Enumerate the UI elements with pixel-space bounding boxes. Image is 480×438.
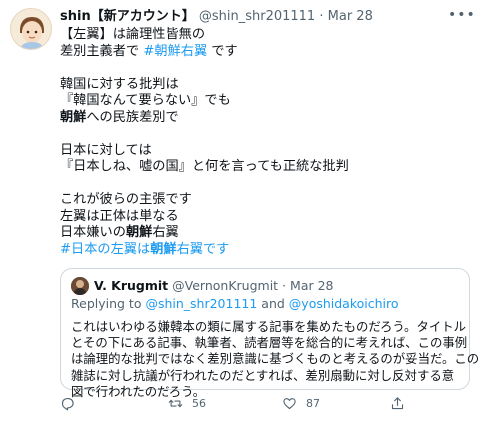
tweet-line: 韓国に対する批判は [60,77,470,94]
mention-link[interactable]: @shin_shr201111 [145,296,257,311]
tweet-text-span: 右翼 [152,225,179,240]
tweet-text-span: 韓国に対する批判は [60,76,179,92]
share-button[interactable] [390,392,414,414]
retweet-icon [168,396,183,411]
retweet-button[interactable]: 56 [168,392,206,414]
tweet-line: これが彼らの主張です [60,192,470,209]
hashtag-link[interactable]: #日本の左翼 [60,242,137,257]
replying-and: and [257,296,289,311]
tweet-line: #日本の左翼は朝鮮右翼です [60,242,470,259]
tweet-line: 『韓国なんて要らない』でも [60,93,470,110]
quoted-text: これはいわゆる嫌韓本の類に属する記事を集めたものだろう。タイトル とその下にある記… [71,319,480,400]
reply-button[interactable] [60,392,84,414]
quoted-author-avatar[interactable] [71,277,89,295]
author-name[interactable]: shin【新アカウント】 [60,9,195,24]
like-button[interactable]: 87 [282,392,320,414]
quoted-author-name[interactable]: V. Krugmit [94,278,168,293]
quoted-line: は論理的な批判ではなく差別意識に基づくものと考えるのが妥当だ。この [71,351,480,367]
reply-icon [60,396,75,411]
tweet[interactable]: shin【新アカウント】 @shin_shr201111 · Mar 28 ••… [0,0,480,438]
heart-icon [282,396,297,411]
share-icon [390,396,405,411]
tweet-line: 左翼は正体は単なる [60,209,470,226]
hashtag-link[interactable]: 右翼です [177,242,230,257]
tweet-date[interactable]: Mar 28 [328,9,373,24]
tweet-text-span: 【左翼】は論理性皆無の [60,27,206,42]
separator-dot: · [319,9,324,24]
mention-link[interactable]: @yoshidakoichiro [289,296,399,311]
quoted-header: V. Krugmit @VernonKrugmit · Mar 28 [94,277,334,295]
replying-prefix: Replying to [71,296,146,311]
author-avatar[interactable] [10,8,52,50]
tweet-text: 【左翼】は論理性皆無の 差別主義者で #朝鮮右翼 です 韓国に対する批判は 『韓国なん… [60,27,470,258]
tweet-line: 朝鮮への民族差別で [60,110,470,127]
quoted-line: とその下にある記事、執筆者、読者層等を総合的に考えれば、この事例 [71,335,468,351]
tweet-line: 差別主義者で #朝鮮右翼 です [60,44,470,61]
like-count: 87 [306,396,320,410]
action-bar: 56 87 [60,392,470,414]
hashtag-link[interactable]: 朝鮮 [150,242,176,257]
tweet-header: shin【新アカウント】 @shin_shr201111 · Mar 28 [60,8,470,26]
hashtag-link[interactable]: #朝鮮右翼 [143,44,207,59]
quoted-line: 雑誌に対し抗議が行われたのだとすれば、差別扇動に対し反対する意 [71,367,455,383]
tweet-line: 【左翼】は論理性皆無の [60,27,470,44]
quoted-tweet[interactable]: V. Krugmit @VernonKrugmit · Mar 28 Reply… [60,268,479,399]
tweet-text-span: 左翼は正体は単なる [60,208,179,224]
more-horizontal-icon[interactable]: ••• [448,6,475,24]
author-handle[interactable]: @shin_shr201111 [199,9,315,24]
tweet-line: 日本嫌いの朝鮮右翼 [60,225,470,242]
tweet-line: 日本に対しては [60,143,470,160]
tweet-text-span: これが彼らの主張です [60,192,192,207]
replying-to: Replying to @shin_shr201111 and @yoshida… [71,296,399,312]
tweet-text-span: 『韓国なんて要らない』でも [60,93,231,108]
quoted-line: これはいわゆる嫌韓本の類に属する記事を集めたものだろう。タイトル [71,319,467,334]
hashtag-link[interactable]: は [137,242,150,257]
tweet-text-span: 日本嫌いの [60,225,126,240]
tweet-text-span: 朝鮮 [60,109,87,125]
quoted-author-handle[interactable]: @VernonKrugmit [172,278,278,293]
tweet-line: 『日本しね、嘘の国』と何を言っても正統な批判 [60,159,470,176]
separator-dot: · [282,278,287,293]
retweet-count: 56 [192,396,206,410]
tweet-text-span: 『日本しね、嘘の国』と何を言っても正統な批判 [60,159,349,174]
tweet-text-span: 朝鮮 [125,225,153,240]
tweet-text-span: です [207,43,238,59]
quoted-date[interactable]: Mar 28 [290,278,333,293]
tweet-text-span: 日本に対しては [60,142,152,158]
tweet-text-span: への民族差別で [86,109,179,125]
tweet-text-span: 差別主義者で [60,43,144,59]
